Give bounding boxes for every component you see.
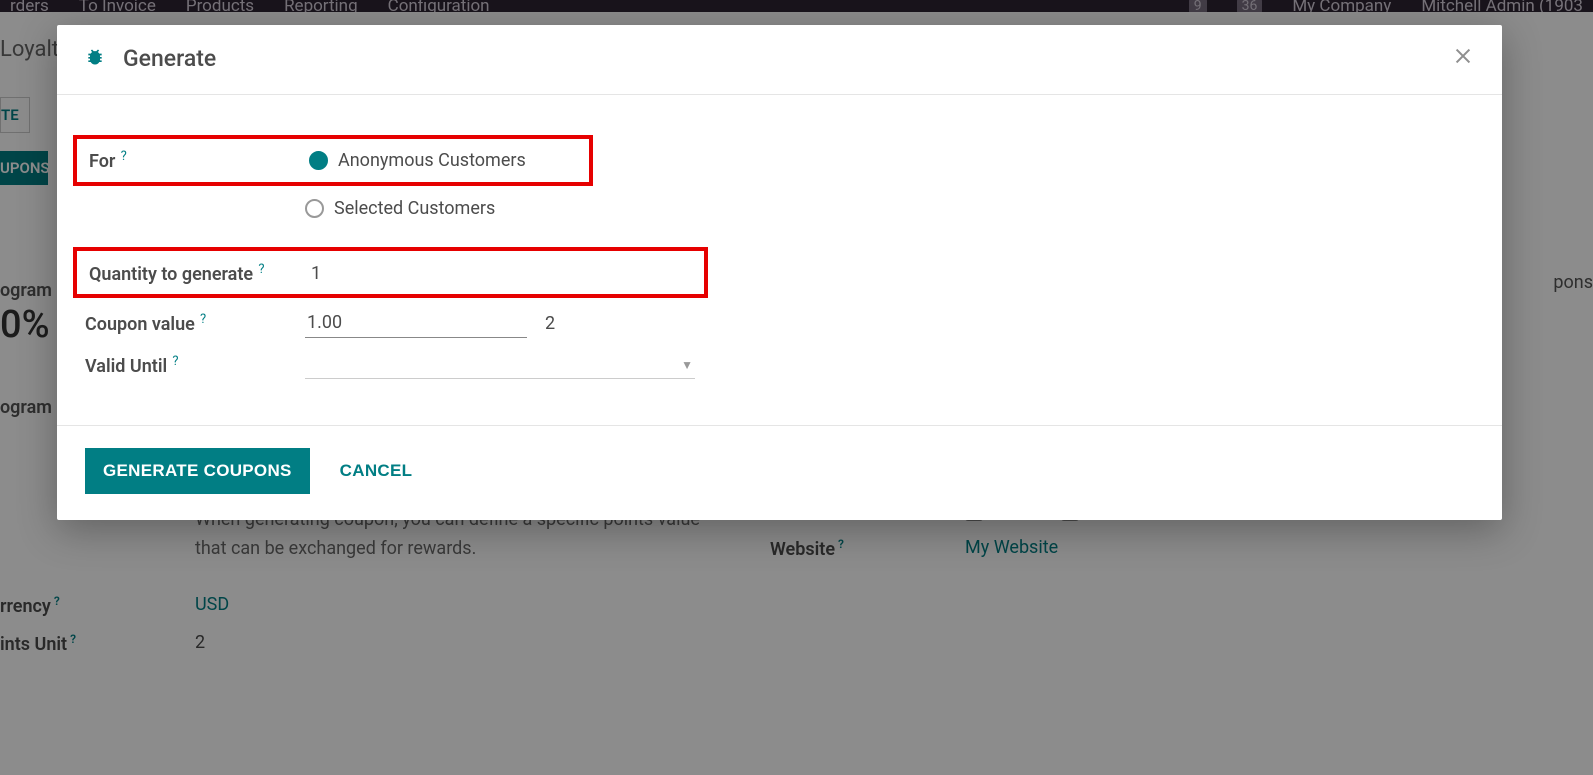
pons-label: pons: [1553, 272, 1593, 293]
quantity-label: Quantity to generate ?: [89, 262, 309, 285]
valid-until-label: Valid Until ?: [85, 354, 305, 377]
website-label: Website ?: [770, 537, 965, 560]
points-unit-value: 2: [195, 632, 720, 653]
nav-item[interactable]: Configuration: [388, 0, 490, 12]
currency-value[interactable]: USD: [195, 594, 720, 615]
modal-header: Generate: [57, 25, 1502, 95]
nav-item[interactable]: To Invoice: [79, 0, 156, 12]
chevron-down-icon: ▼: [681, 358, 693, 372]
nav-badge[interactable]: 36: [1237, 0, 1263, 12]
radio-unchecked-icon: [305, 199, 324, 218]
nav-badge[interactable]: 9: [1189, 0, 1207, 12]
modal-body: For ? Anonymous Customers Selected Custo…: [57, 95, 1502, 426]
points-unit-label: ints Unit ?: [0, 632, 195, 655]
for-label: For ?: [89, 149, 309, 172]
cancel-button[interactable]: CANCEL: [340, 461, 413, 481]
nav-company[interactable]: My Company: [1292, 0, 1391, 12]
generate-modal: Generate For ? Anonymous Customers Se: [57, 25, 1502, 520]
quantity-input[interactable]: [309, 259, 694, 288]
bug-icon[interactable]: [85, 47, 105, 72]
for-selected-radio[interactable]: Selected Customers: [305, 198, 495, 219]
radio-checked-icon: [309, 151, 328, 170]
highlight-quantity: Quantity to generate ?: [73, 247, 708, 298]
nav-item[interactable]: Products: [186, 0, 254, 12]
nav-item[interactable]: Reporting: [284, 0, 358, 12]
top-nav: rders To Invoice Products Reporting Conf…: [0, 0, 1593, 12]
coupon-value-label: Coupon value ?: [85, 312, 305, 335]
modal-title: Generate: [123, 45, 216, 72]
nav-item[interactable]: rders: [10, 0, 49, 12]
coupons-button[interactable]: UPONS: [0, 151, 48, 185]
for-anonymous-radio[interactable]: Anonymous Customers: [309, 150, 526, 171]
edit-button[interactable]: TE: [0, 97, 30, 133]
coupon-value-suffix: 2: [545, 313, 555, 334]
highlight-for: For ? Anonymous Customers: [73, 135, 593, 186]
nav-user[interactable]: Mitchell Admin (1903: [1421, 0, 1583, 12]
generate-coupons-button[interactable]: GENERATE COUPONS: [85, 448, 310, 494]
currency-label: rrency ?: [0, 594, 195, 617]
close-icon[interactable]: [1452, 45, 1474, 72]
coupon-value-input[interactable]: [305, 308, 527, 338]
website-value[interactable]: My Website: [965, 537, 1593, 558]
modal-footer: GENERATE COUPONS CANCEL: [57, 426, 1502, 520]
valid-until-select[interactable]: ▼: [305, 352, 695, 379]
